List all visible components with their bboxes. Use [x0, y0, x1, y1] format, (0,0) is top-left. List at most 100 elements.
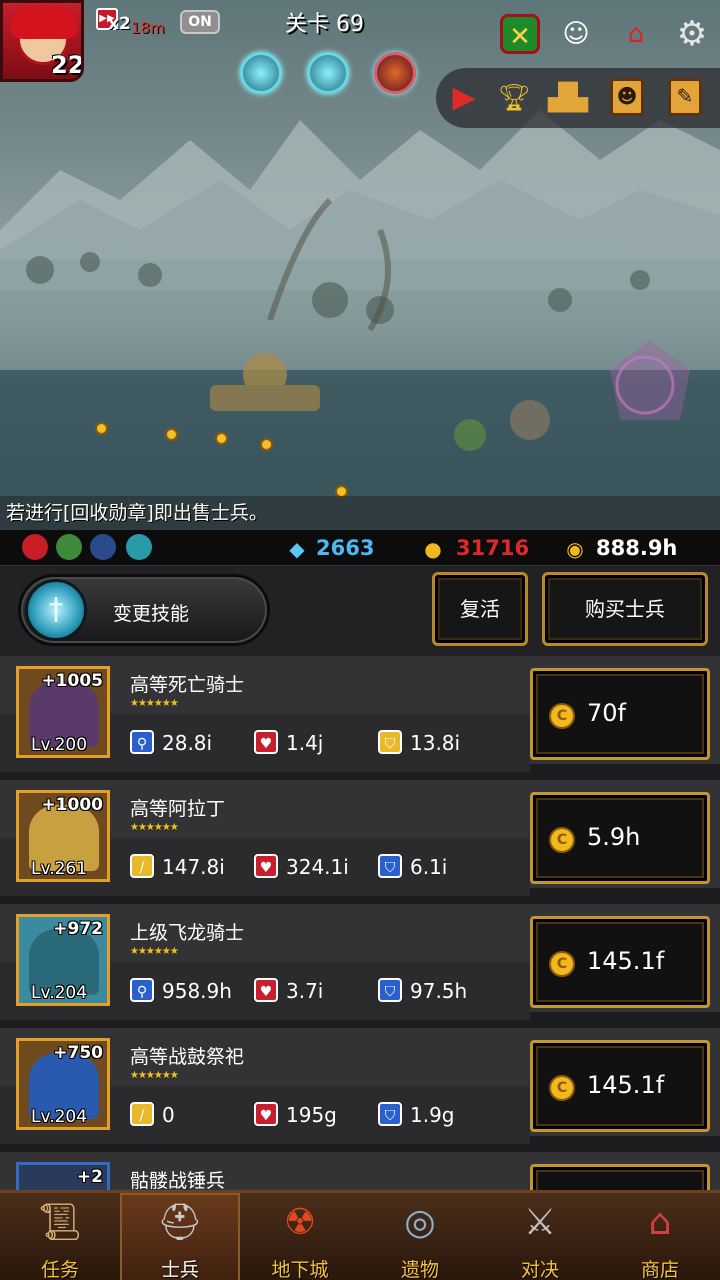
hp-stat: ♥ 3.7i — [254, 978, 323, 1004]
tab-relics[interactable]: ◎ 遗物 — [360, 1193, 480, 1280]
soldier-list[interactable]: +1005 Lv.200 高等死亡骑士 ★★★★★★ ⚲ 28.8i ♥ 1.4j … — [0, 656, 720, 1190]
settings-gear-icon[interactable]: ⚙ — [672, 14, 712, 54]
player-level: 22 — [51, 51, 84, 79]
upgrade-price: 70f — [587, 699, 626, 727]
soldier-level: Lv.261 — [31, 859, 88, 879]
soldier-plus: +2 — [76, 1167, 103, 1187]
ice-buff-icon[interactable] — [307, 52, 349, 94]
soldier-name: 高等阿拉丁 — [130, 798, 226, 820]
mage-mini-icon — [90, 534, 116, 560]
tab-dungeon[interactable]: ☢ 地下城 — [240, 1193, 360, 1280]
gem-icon: ◆ — [289, 537, 305, 561]
soldier-plus: +972 — [53, 919, 103, 939]
notice-message: 若进行[回收勋章]即出售士兵。 — [0, 496, 720, 530]
tab-quests[interactable]: 📜︎ 任务 — [0, 1193, 120, 1280]
hero-hair-icon — [11, 5, 77, 39]
soldier-portrait[interactable]: +972 Lv.204 — [16, 914, 110, 1006]
heart-icon: ♥ — [254, 730, 278, 754]
soldier-portrait[interactable]: +1000 Lv.261 — [16, 790, 110, 882]
magnifier-icon: ⚲ — [130, 978, 154, 1002]
soldier-plus: +1005 — [41, 671, 103, 691]
resource-bar: ◆ 2663 ● 31716 ◉ 888.9h — [0, 530, 720, 566]
dropped-coin-icon[interactable] — [165, 428, 178, 441]
buy-soldier-button[interactable]: 购买士兵 — [542, 572, 708, 646]
quest-book-icon[interactable]: ✎ — [668, 78, 702, 116]
shield-icon: ⛉ — [378, 978, 402, 1002]
gem-count: 2663 — [316, 536, 375, 560]
gold-coin-icon: ◉ — [566, 537, 584, 561]
change-skill-button[interactable]: † 变更技能 — [18, 574, 270, 646]
play-icon[interactable]: ▶ — [444, 78, 484, 118]
tab-soldiers[interactable]: ⛑ 士兵 — [120, 1193, 240, 1280]
hp-stat: ♥ 324.1i — [254, 854, 349, 880]
soldier-row: +1000 Lv.261 高等阿拉丁 ★★★★★★ /147.8i ♥ 324.1… — [0, 780, 720, 896]
change-skill-label: 变更技能 — [113, 603, 190, 625]
angel-icon[interactable]: ☺ — [556, 14, 596, 54]
quick-tool-panel: ▶ 🏆︎ ▟▙ ☻ ✎ — [436, 68, 720, 128]
attack-stat: /147.8i — [130, 854, 225, 880]
tab-label: 地下城 — [271, 1259, 329, 1280]
scroll-icon: 📜︎ — [37, 1202, 83, 1243]
auto-toggle[interactable]: ON — [180, 10, 220, 34]
upgrade-price-button[interactable]: C 5.9h — [530, 792, 710, 884]
soldier-portrait[interactable]: +1005 Lv.200 — [16, 666, 110, 758]
upgrade-price-button[interactable]: C 70f — [530, 668, 710, 760]
soldier-name: 骷髅战锤兵 — [130, 1170, 226, 1190]
upgrade-price-button[interactable] — [530, 1164, 710, 1190]
soldier-name: 上级飞龙骑士 — [130, 922, 245, 944]
gold-coin-icon: C — [549, 703, 575, 729]
soldier-plus: +1000 — [41, 795, 103, 815]
crest-shield-icon[interactable]: ✕ — [500, 14, 540, 54]
gold-coin-icon: C — [549, 951, 575, 977]
hero-book-icon[interactable]: ☻ — [610, 78, 644, 116]
revive-button[interactable]: 复活 — [432, 572, 528, 646]
tab-shop[interactable]: ⌂ 商店 — [600, 1193, 720, 1280]
fire-flower-buff-icon[interactable] — [374, 52, 416, 94]
soldier-level: Lv.200 — [31, 735, 88, 755]
battle-scene: 22 ▶▶ x2 18m ON 关卡 69 ✕ ☺ ⌂ ⚙ ▶ 🏆︎ ▟▙ ☻ … — [0, 0, 720, 530]
soldier-portrait[interactable]: +750 Lv.204 — [16, 1038, 110, 1130]
sword-icon: / — [130, 1102, 154, 1126]
upgrade-price: 145.1f — [587, 947, 665, 975]
tab-label: 对决 — [520, 1259, 559, 1280]
speed-multiplier: x2 — [108, 14, 131, 34]
ice-buff-icon[interactable] — [240, 52, 282, 94]
trophy-icon[interactable]: 🏆︎ — [494, 78, 534, 118]
ice-sword-skill-icon: † — [25, 579, 87, 641]
hero-portrait[interactable]: 22 — [0, 0, 84, 82]
soldier-row: +2 骷髅战锤兵 — [0, 1152, 720, 1190]
dropped-coin-icon[interactable] — [215, 432, 228, 445]
soldier-controls: † 变更技能 复活 购买士兵 — [0, 566, 720, 656]
soldier-portrait[interactable]: +2 — [16, 1162, 110, 1190]
crossed-swords-icon: ⚔ — [523, 1202, 557, 1243]
dropped-coin-icon[interactable] — [95, 422, 108, 435]
bottom-nav: 📜︎ 任务 ⛑ 士兵 ☢ 地下城 ◎ 遗物 ⚔ 对决 ⌂ 商店 — [0, 1190, 720, 1280]
tab-battle[interactable]: ⚔ 对决 — [480, 1193, 600, 1280]
soldier-level: Lv.204 — [31, 983, 88, 1003]
dropped-coin-icon[interactable] — [260, 438, 273, 451]
monster-mouth-icon: ☢ — [283, 1202, 317, 1243]
defense-stat: ⛉ 1.9g — [378, 1102, 455, 1128]
soldier-row: +750 Lv.204 高等战鼓祭祀 ★★★★★★ /0 ♥ 195g ⛉ 1.9g… — [0, 1028, 720, 1144]
pet-mini-icon — [126, 534, 152, 560]
tab-label: 遗物 — [400, 1259, 439, 1280]
relic-orb-icon: ◎ — [404, 1202, 436, 1243]
upgrade-price-button[interactable]: C 145.1f — [530, 1040, 710, 1132]
heart-icon: ♥ — [254, 854, 278, 878]
medal-icon: ● — [424, 537, 442, 561]
attack-stat: /0 — [130, 1102, 175, 1128]
attack-stat: ⚲ 958.9h — [130, 978, 232, 1004]
shrine-house-icon[interactable]: ⌂ — [616, 14, 656, 54]
soldier-row: +972 Lv.204 上级飞龙骑士 ★★★★★★ ⚲ 958.9h ♥ 3.7i … — [0, 904, 720, 1020]
hero-mini-icon — [22, 534, 48, 560]
upgrade-price: 5.9h — [587, 823, 641, 851]
soldier-level: Lv.204 — [31, 1107, 88, 1127]
speed-time-left: 18m — [131, 19, 165, 37]
hp-stat: ♥ 195g — [254, 1102, 337, 1128]
ranking-podium-icon[interactable]: ▟▙ — [548, 78, 588, 118]
upgrade-price-button[interactable]: C 145.1f — [530, 916, 710, 1008]
hp-stat: ♥ 1.4j — [254, 730, 323, 756]
game-screen: 22 ▶▶ x2 18m ON 关卡 69 ✕ ☺ ⌂ ⚙ ▶ 🏆︎ ▟▙ ☻ … — [0, 0, 720, 1280]
gold-coin-icon: C — [549, 827, 575, 853]
shop-icon: ⌂ — [648, 1202, 672, 1243]
